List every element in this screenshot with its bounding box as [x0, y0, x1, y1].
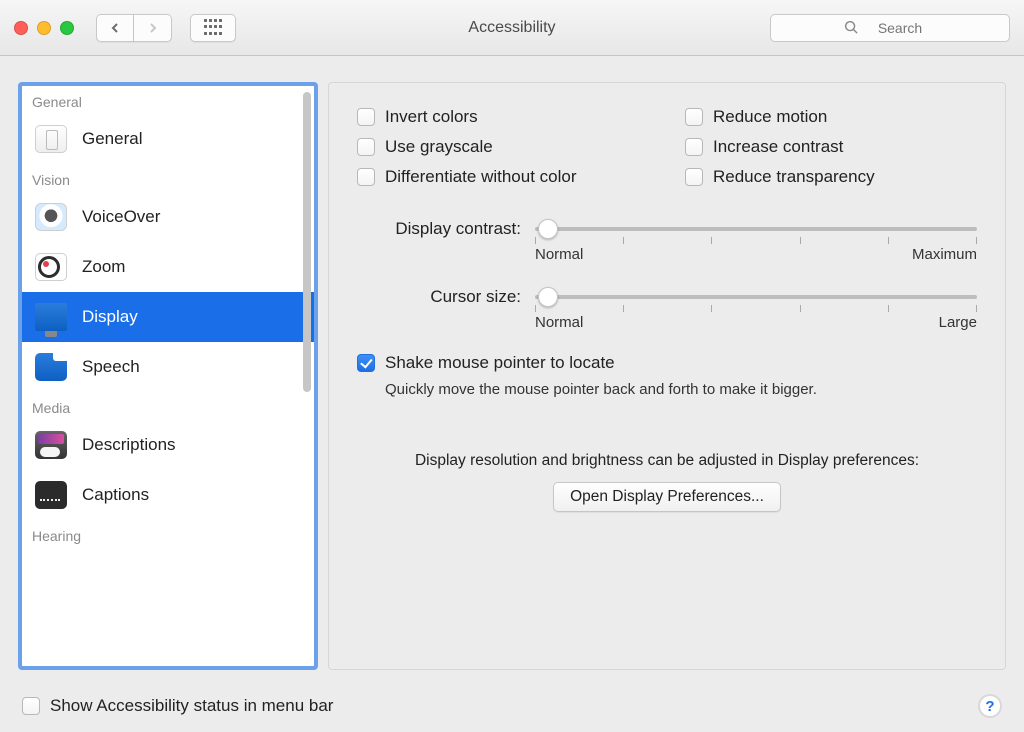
sidebar-item-label: Display: [82, 307, 138, 327]
display-icon: [35, 303, 67, 331]
sidebar-item-label: Zoom: [82, 257, 125, 277]
sidebar-item-voiceover[interactable]: VoiceOver: [22, 192, 314, 242]
bottom-bar: Show Accessibility status in menu bar ?: [0, 680, 1024, 732]
sidebar-item-captions[interactable]: Captions: [22, 470, 314, 520]
checkbox-label: Reduce transparency: [713, 167, 875, 187]
sidebar: General General Vision VoiceOver Zoom Di…: [18, 82, 318, 670]
display-contrast-slider[interactable]: [535, 227, 977, 231]
checkbox-icon: [357, 138, 375, 156]
checkbox-icon: [22, 697, 40, 715]
checkbox-icon: [357, 354, 375, 372]
minimize-window-button[interactable]: [37, 21, 51, 35]
slider-thumb[interactable]: [538, 287, 558, 307]
sidebar-section-hearing: Hearing: [22, 520, 314, 548]
descriptions-icon: [35, 431, 67, 459]
close-window-button[interactable]: [14, 21, 28, 35]
window-titlebar: Accessibility: [0, 0, 1024, 56]
sidebar-section-general: General: [22, 86, 314, 114]
traffic-lights: [14, 21, 74, 35]
slider-end-labels: Normal Large: [535, 314, 977, 331]
checkbox-label: Increase contrast: [713, 137, 843, 157]
search-input[interactable]: [770, 14, 1010, 42]
slider-ticks: [535, 237, 977, 244]
sidebar-item-label: Captions: [82, 485, 149, 505]
sidebar-item-descriptions[interactable]: Descriptions: [22, 420, 314, 470]
checkbox-label: Show Accessibility status in menu bar: [50, 696, 333, 716]
main-panel: Invert colors Reduce motion Use grayscal…: [328, 82, 1006, 670]
check-invert-colors[interactable]: Invert colors: [357, 107, 649, 127]
captions-icon: [35, 481, 67, 509]
check-differentiate-without-color[interactable]: Differentiate without color: [357, 167, 649, 187]
sidebar-item-speech[interactable]: Speech: [22, 342, 314, 392]
sidebar-item-label: Descriptions: [82, 435, 176, 455]
slider-max-label: Large: [939, 314, 977, 331]
slider-end-labels: Normal Maximum: [535, 246, 977, 263]
check-status-in-menu-bar[interactable]: Show Accessibility status in menu bar: [22, 696, 333, 716]
nav-back-forward: [96, 14, 172, 42]
sidebar-item-display[interactable]: Display: [22, 292, 314, 342]
display-contrast-label: Display contrast:: [357, 217, 535, 239]
sidebar-section-media: Media: [22, 392, 314, 420]
checkbox-icon: [685, 168, 703, 186]
cursor-size-row: Cursor size: Normal Large: [357, 285, 977, 331]
display-preferences-note: Display resolution and brightness can be…: [357, 452, 977, 470]
sidebar-item-label: VoiceOver: [82, 207, 160, 227]
forward-button[interactable]: [134, 14, 172, 42]
zoom-icon: [35, 253, 67, 281]
sidebar-item-label: General: [82, 129, 142, 149]
sidebar-scrollbar[interactable]: [303, 92, 311, 392]
show-all-preferences-button[interactable]: [190, 14, 236, 42]
check-reduce-motion[interactable]: Reduce motion: [685, 107, 977, 127]
zoom-window-button[interactable]: [60, 21, 74, 35]
check-shake-pointer[interactable]: Shake mouse pointer to locate: [357, 353, 977, 373]
voiceover-icon: [35, 203, 67, 231]
cursor-size-slider[interactable]: [535, 295, 977, 299]
slider-min-label: Normal: [535, 246, 583, 263]
checkbox-icon: [357, 168, 375, 186]
search-icon: [844, 20, 859, 35]
slider-min-label: Normal: [535, 314, 583, 331]
grid-icon: [204, 19, 222, 37]
check-reduce-transparency[interactable]: Reduce transparency: [685, 167, 977, 187]
sidebar-item-general[interactable]: General: [22, 114, 314, 164]
help-button[interactable]: ?: [978, 694, 1002, 718]
speech-icon: [35, 353, 67, 381]
check-increase-contrast[interactable]: Increase contrast: [685, 137, 977, 157]
display-contrast-row: Display contrast: Normal Maximum: [357, 217, 977, 263]
checkbox-icon: [685, 108, 703, 126]
slider-max-label: Maximum: [912, 246, 977, 263]
search-field-wrap: [770, 14, 1010, 42]
checkbox-label: Differentiate without color: [385, 167, 577, 187]
general-icon: [35, 125, 67, 153]
open-display-preferences-button[interactable]: Open Display Preferences...: [553, 482, 781, 512]
sidebar-item-label: Speech: [82, 357, 140, 377]
slider-ticks: [535, 305, 977, 312]
checkbox-icon: [357, 108, 375, 126]
checkbox-label: Invert colors: [385, 107, 478, 127]
sidebar-item-zoom[interactable]: Zoom: [22, 242, 314, 292]
back-button[interactable]: [96, 14, 134, 42]
check-use-grayscale[interactable]: Use grayscale: [357, 137, 649, 157]
checkbox-label: Shake mouse pointer to locate: [385, 353, 615, 373]
cursor-size-label: Cursor size:: [357, 285, 535, 307]
checkbox-label: Use grayscale: [385, 137, 493, 157]
checkbox-icon: [685, 138, 703, 156]
shake-pointer-hint: Quickly move the mouse pointer back and …: [385, 381, 977, 398]
slider-thumb[interactable]: [538, 219, 558, 239]
checkbox-label: Reduce motion: [713, 107, 827, 127]
sidebar-section-vision: Vision: [22, 164, 314, 192]
